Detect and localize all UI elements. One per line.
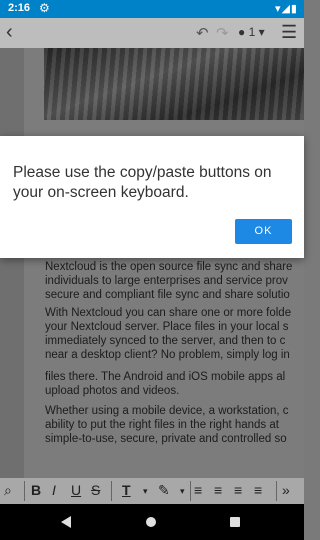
status-time: 2:16 — [8, 2, 31, 14]
system-nav-bar — [0, 504, 304, 540]
doc-line: upload photos and videos. — [45, 385, 180, 397]
italic-icon[interactable]: I — [52, 482, 56, 498]
gear-icon: ⚙ — [39, 1, 50, 15]
doc-line: With Nextcloud you can share one or more… — [45, 307, 292, 319]
nav-back-icon[interactable] — [61, 516, 71, 528]
align-center-icon[interactable]: ≡ — [214, 482, 222, 498]
hamburger-menu-icon[interactable]: ☰ — [281, 22, 297, 43]
bold-icon[interactable]: B — [31, 482, 41, 498]
doc-line: files there. The Android and iOS mobile … — [45, 371, 286, 383]
search-icon[interactable]: ⌕ — [4, 482, 12, 499]
users-button[interactable]: ● 1 ▾ — [238, 25, 265, 39]
toolbar-divider — [24, 481, 25, 501]
align-left-icon[interactable]: ≡ — [194, 482, 202, 498]
user-icon: ● — [238, 25, 246, 39]
align-right-icon[interactable]: ≡ — [234, 482, 242, 498]
redo-icon[interactable]: ↷ — [216, 24, 229, 42]
align-justify-icon[interactable]: ≡ — [254, 482, 262, 498]
ok-button[interactable]: OK — [235, 219, 292, 244]
chevron-down-icon[interactable]: ▾ — [143, 486, 148, 497]
chevron-down-icon[interactable]: ▾ — [180, 486, 185, 497]
document-image — [44, 48, 304, 120]
text-color-icon[interactable]: T — [122, 482, 131, 498]
user-count: 1 — [248, 25, 256, 39]
app-toolbar: ‹ ↶ ↷ ● 1 ▾ ☰ — [0, 18, 304, 48]
underline-icon[interactable]: U — [71, 482, 81, 498]
system-status-icons: ▾◢▮ — [274, 3, 298, 15]
alert-dialog: Please use the copy/paste buttons on you… — [0, 136, 304, 258]
doc-line: Nextcloud is the open source file sync a… — [45, 261, 293, 273]
status-bar: 2:16 ⚙ ▾◢▮ — [0, 0, 304, 18]
toolbar-divider — [276, 481, 277, 501]
doc-line: ability to put the right files in the ri… — [45, 419, 279, 431]
left-margin — [0, 48, 24, 478]
doc-line: simple-to-use, secure, private and contr… — [45, 433, 287, 445]
strikethrough-icon[interactable]: S — [91, 482, 100, 498]
doc-line: your Nextcloud server. Place files in yo… — [45, 321, 289, 333]
undo-icon[interactable]: ↶ — [196, 24, 209, 42]
toolbar-divider — [111, 481, 112, 501]
back-arrow-icon[interactable]: ‹ — [6, 21, 13, 44]
nav-home-icon[interactable] — [146, 517, 156, 527]
doc-line: Whether using a mobile device, a worksta… — [45, 405, 289, 417]
formatting-toolbar: ⌕ B I U S T ▾ ✎ ▾ ≡ ≡ ≡ ≡ » — [0, 478, 304, 504]
doc-line: secure and compliant file sync and share… — [45, 289, 290, 301]
more-options-icon[interactable]: » — [282, 482, 290, 498]
doc-line: immediately synced to the server, and th… — [45, 335, 286, 347]
doc-line: individuals to large enterprises and ser… — [45, 275, 288, 287]
document-canvas[interactable]: Nextcloud is the open source file sync a… — [0, 48, 304, 478]
nav-recents-icon[interactable] — [230, 517, 240, 527]
highlight-color-icon[interactable]: ✎ — [158, 482, 170, 499]
doc-line: near a desktop client? No problem, simpl… — [45, 349, 290, 361]
toolbar-divider — [190, 481, 191, 501]
chevron-down-icon: ▾ — [258, 25, 265, 39]
dialog-message: Please use the copy/paste buttons on you… — [13, 164, 272, 201]
